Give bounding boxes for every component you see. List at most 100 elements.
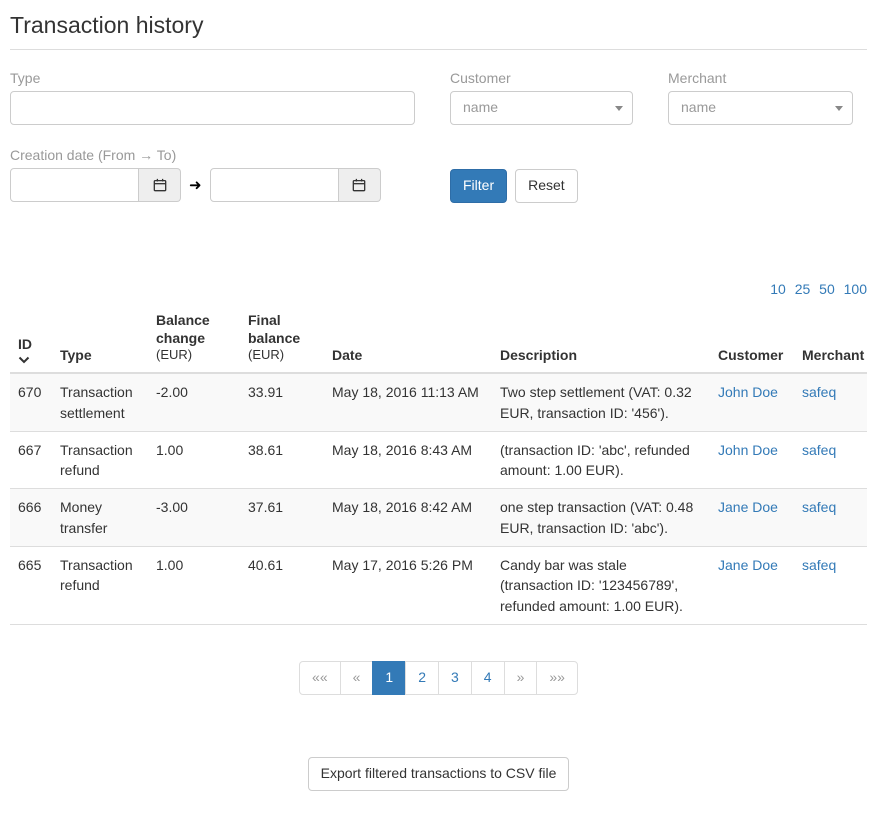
pagination-first-link[interactable]: «« [299, 661, 341, 695]
export-section: Export filtered transactions to CSV file [10, 757, 867, 791]
cell-type: Transaction refund [52, 547, 148, 625]
sort-desc-icon [18, 356, 30, 364]
page-size-option-50[interactable]: 50 [819, 281, 835, 297]
customer-label: Customer [450, 70, 633, 86]
cell-type: Money transfer [52, 489, 148, 547]
date-to-calendar-button[interactable] [339, 168, 381, 202]
column-label-merchant: Merchant [802, 347, 864, 363]
cell-merchant: safeq [794, 373, 867, 431]
page-size-option-10[interactable]: 10 [770, 281, 786, 297]
page-size-option-100[interactable]: 100 [844, 281, 867, 297]
column-header-date: Date [324, 303, 492, 373]
pagination-next[interactable]: » [505, 661, 538, 695]
creation-date-label: Creation date (From → To) [10, 147, 415, 163]
cell-id: 666 [10, 489, 52, 547]
type-input[interactable] [10, 91, 415, 125]
cell-id: 670 [10, 373, 52, 431]
cell-description: (transaction ID: 'abc', refunded amount:… [492, 431, 710, 489]
pagination-last[interactable]: »» [537, 661, 578, 695]
merchant-select[interactable]: name [668, 91, 853, 125]
merchant-link[interactable]: safeq [802, 499, 836, 515]
table-header-row: ID Type Balance change (EUR) Final balan… [10, 303, 867, 373]
column-header-type: Type [52, 303, 148, 373]
pagination-prev-link[interactable]: « [340, 661, 374, 695]
cell-balance-change: 1.00 [148, 431, 240, 489]
date-to-input[interactable] [210, 168, 339, 202]
cell-type: Transaction refund [52, 431, 148, 489]
type-label: Type [10, 70, 415, 86]
cell-final-balance: 38.61 [240, 431, 324, 489]
cell-id: 665 [10, 547, 52, 625]
pagination-page-2-link[interactable]: 2 [405, 661, 439, 695]
calendar-icon [153, 178, 167, 192]
pagination-page-3-link[interactable]: 3 [438, 661, 472, 695]
column-label-balance-change: Balance change [156, 311, 232, 347]
cell-customer: John Doe [710, 431, 794, 489]
cell-merchant: safeq [794, 431, 867, 489]
merchant-filter-group: Merchant name [668, 70, 853, 125]
filter-row-2: Creation date (From → To) ➜ [10, 147, 867, 203]
cell-id: 667 [10, 431, 52, 489]
customer-link[interactable]: Jane Doe [718, 557, 778, 573]
filter-row-1: Type Customer name Merchant name [10, 70, 867, 125]
date-from-input[interactable] [10, 168, 139, 202]
merchant-select-wrap: name [668, 91, 853, 125]
reset-button[interactable]: Reset [515, 169, 578, 203]
customer-link[interactable]: John Doe [718, 442, 778, 458]
customer-link[interactable]: John Doe [718, 384, 778, 400]
column-label-id: ID [18, 336, 32, 352]
merchant-link[interactable]: safeq [802, 557, 836, 573]
column-unit-final-balance: (EUR) [248, 347, 316, 364]
pagination-page-2[interactable]: 2 [406, 661, 439, 695]
pagination-first[interactable]: «« [299, 661, 341, 695]
pagination-page-4-link[interactable]: 4 [471, 661, 505, 695]
column-header-customer: Customer [710, 303, 794, 373]
pagination-next-link[interactable]: » [504, 661, 538, 695]
arrow-right-icon: ➜ [189, 176, 202, 194]
cell-type: Transaction settlement [52, 373, 148, 431]
customer-select-wrap: name [450, 91, 633, 125]
cell-customer: Jane Doe [710, 547, 794, 625]
cell-balance-change: -2.00 [148, 373, 240, 431]
export-csv-button[interactable]: Export filtered transactions to CSV file [308, 757, 570, 791]
cell-date: May 17, 2016 5:26 PM [324, 547, 492, 625]
column-label-customer: Customer [718, 347, 783, 363]
cell-customer: John Doe [710, 373, 794, 431]
cell-final-balance: 33.91 [240, 373, 324, 431]
merchant-label: Merchant [668, 70, 853, 86]
cell-customer: Jane Doe [710, 489, 794, 547]
filter-button[interactable]: Filter [450, 169, 507, 203]
column-header-merchant: Merchant [794, 303, 867, 373]
creation-date-inputs: ➜ [10, 168, 415, 202]
cell-date: May 18, 2016 8:42 AM [324, 489, 492, 547]
column-header-final-balance: Final balance (EUR) [240, 303, 324, 373]
column-label-date: Date [332, 347, 362, 363]
date-from-calendar-button[interactable] [139, 168, 181, 202]
pagination-last-link[interactable]: »» [536, 661, 578, 695]
calendar-icon [352, 178, 366, 192]
date-to-group [210, 168, 381, 202]
table-row: 667 Transaction refund 1.00 38.61 May 18… [10, 431, 867, 489]
column-label-final-balance: Final balance [248, 311, 316, 347]
page-container: Transaction history Type Customer name M… [0, 0, 877, 791]
pagination-page-1-link[interactable]: 1 [372, 661, 406, 695]
merchant-link[interactable]: safeq [802, 384, 836, 400]
filter-actions: Filter Reset [450, 147, 578, 203]
column-header-id[interactable]: ID [10, 303, 52, 373]
customer-link[interactable]: Jane Doe [718, 499, 778, 515]
column-header-description: Description [492, 303, 710, 373]
pagination-page-3[interactable]: 3 [439, 661, 472, 695]
pagination-prev[interactable]: « [341, 661, 374, 695]
merchant-link[interactable]: safeq [802, 442, 836, 458]
cell-balance-change: 1.00 [148, 547, 240, 625]
column-label-type: Type [60, 347, 92, 363]
column-header-balance-change: Balance change (EUR) [148, 303, 240, 373]
cell-merchant: safeq [794, 489, 867, 547]
cell-balance-change: -3.00 [148, 489, 240, 547]
pagination-page-1[interactable]: 1 [373, 661, 406, 695]
customer-select[interactable]: name [450, 91, 633, 125]
page-size-option-25[interactable]: 25 [795, 281, 811, 297]
date-from-group [10, 168, 181, 202]
cell-date: May 18, 2016 8:43 AM [324, 431, 492, 489]
pagination-page-4[interactable]: 4 [472, 661, 505, 695]
